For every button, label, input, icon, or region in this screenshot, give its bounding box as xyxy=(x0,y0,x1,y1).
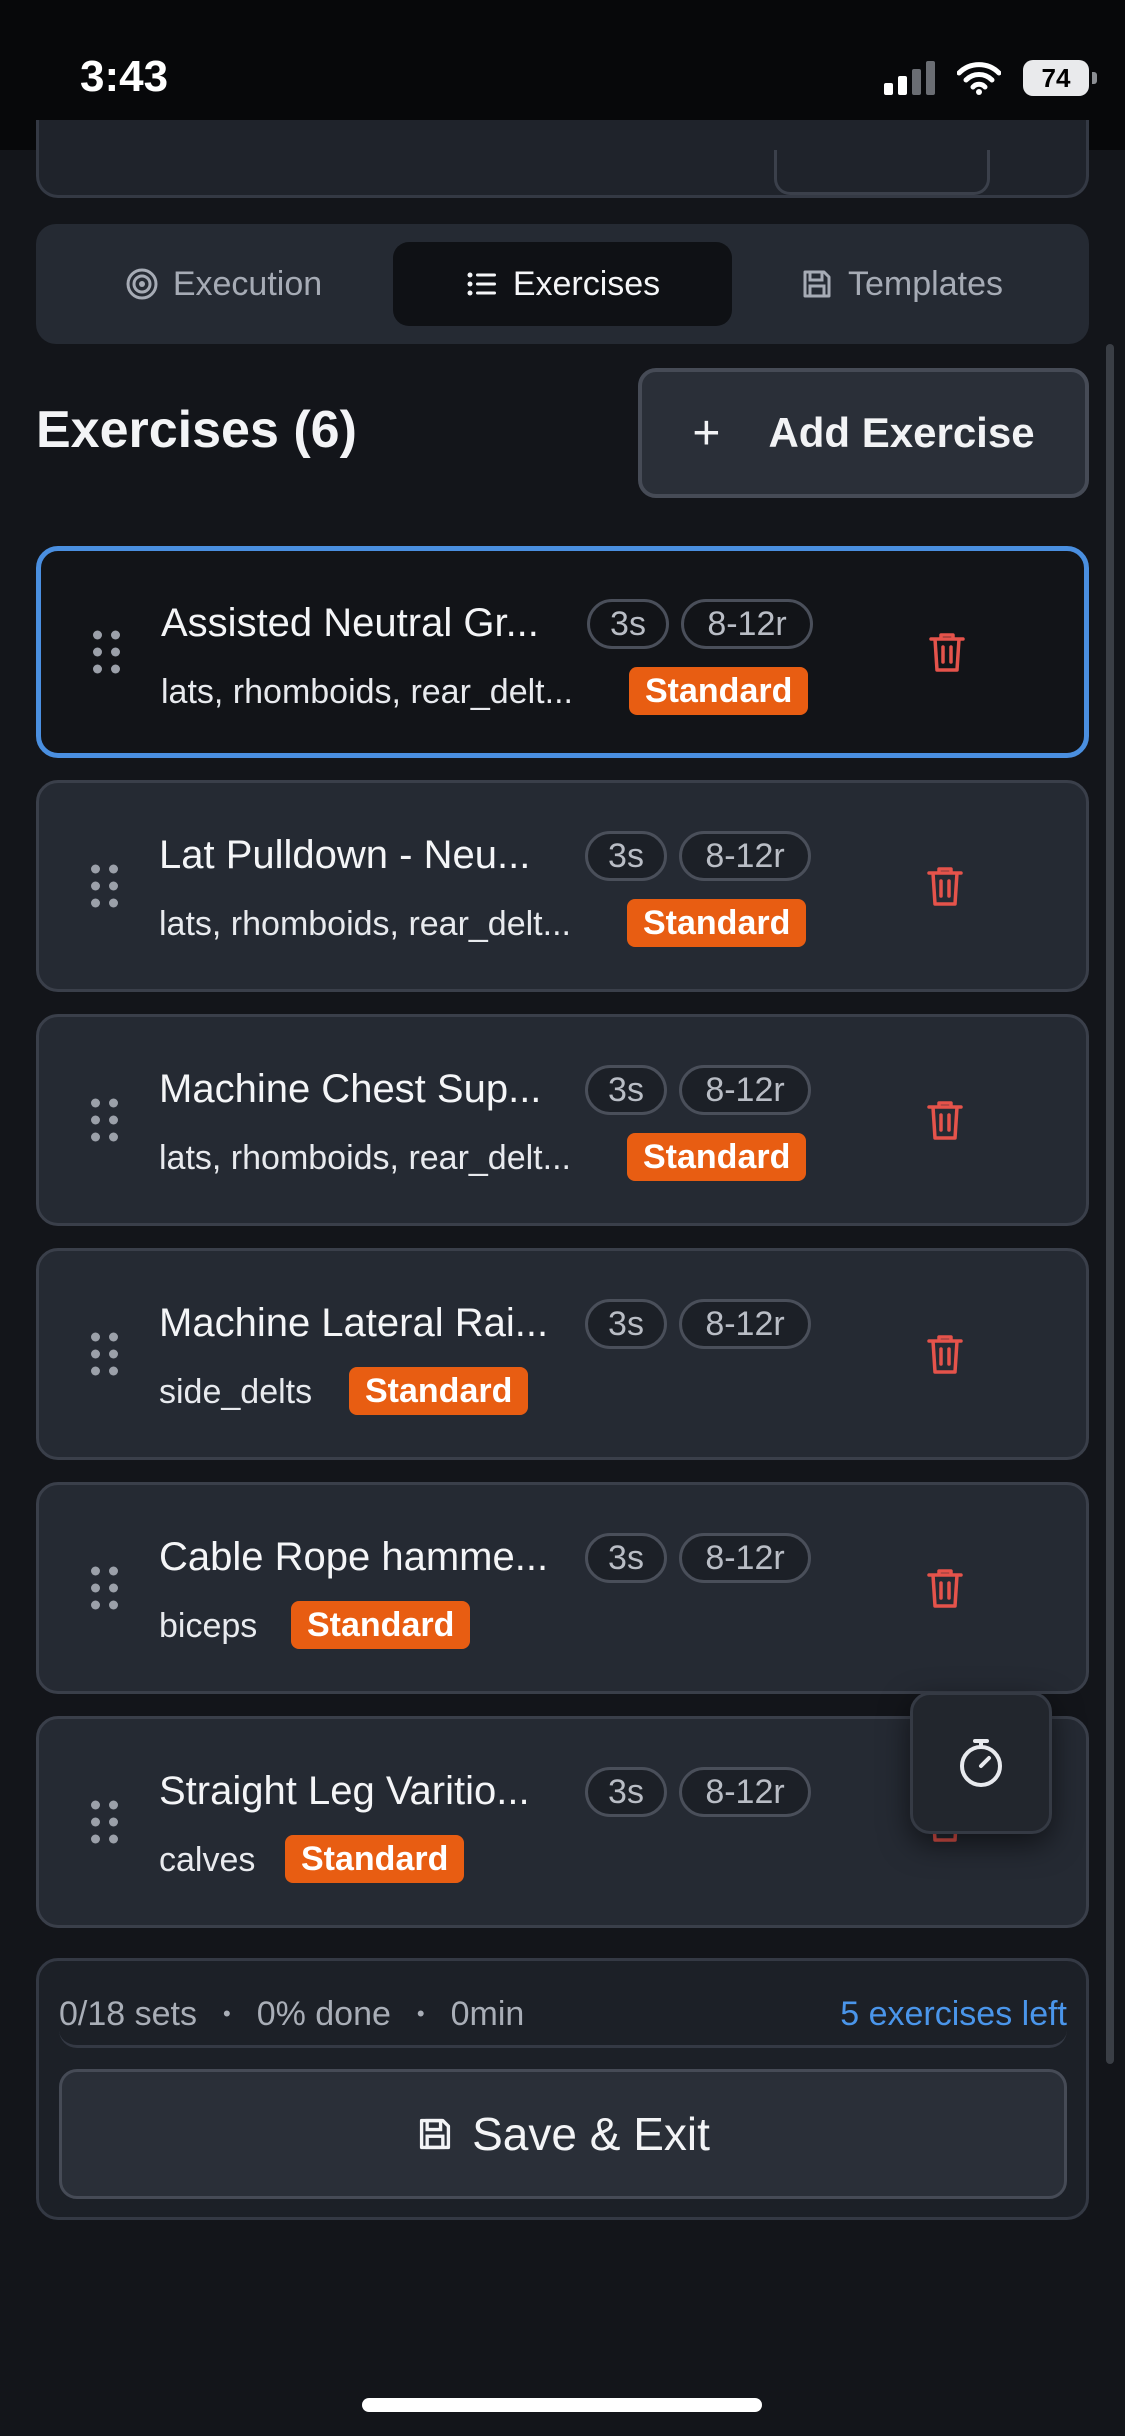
battery-icon: 74 xyxy=(1023,60,1097,96)
exercise-name: Lat Pulldown - Neu... xyxy=(159,833,531,877)
exercise-name: Machine Lateral Rai... xyxy=(159,1301,549,1345)
reps-pill: 8-12r xyxy=(679,1299,811,1349)
trash-icon[interactable] xyxy=(927,630,967,674)
type-badge: Standard xyxy=(349,1367,529,1415)
exercises-title: Exercises (6) xyxy=(36,401,357,459)
trash-icon[interactable] xyxy=(925,1098,965,1142)
rest-pill: 3s xyxy=(585,1065,667,1115)
reps-pill: 8-12r xyxy=(679,831,811,881)
rest-timer-button[interactable] xyxy=(910,1692,1052,1834)
reps-pill: 8-12r xyxy=(681,599,813,649)
rest-pill: 3s xyxy=(587,599,669,649)
save-icon xyxy=(420,2118,451,2150)
add-exercise-label: Add Exercise xyxy=(768,409,1035,456)
trash-icon[interactable] xyxy=(925,1332,965,1376)
status-time: 3:43 xyxy=(80,52,169,101)
list-icon xyxy=(467,272,496,296)
exercises-left: 5 exercises left xyxy=(840,1994,1067,2033)
reps-pill: 8-12r xyxy=(679,1065,811,1115)
rest-pill: 3s xyxy=(585,1299,667,1349)
sets-count: 0/18 sets xyxy=(59,1994,197,2033)
save-exit-label: Save & Exit xyxy=(472,2108,710,2160)
stopwatch-icon xyxy=(960,1739,1002,1787)
exercise-muscles: lats, rhomboids, rear_delt... xyxy=(161,673,573,711)
exercise-name: Assisted Neutral Gr... xyxy=(161,601,539,645)
status-icons: 74 xyxy=(884,60,1097,96)
collapsed-header-card xyxy=(36,120,1089,198)
drag-handle-icon[interactable] xyxy=(91,1566,118,1610)
rest-pill: 3s xyxy=(585,1767,667,1817)
exercise-muscles: calves xyxy=(159,1841,256,1879)
home-indicator[interactable] xyxy=(362,2398,762,2412)
target-icon xyxy=(126,268,158,300)
trash-icon[interactable] xyxy=(925,1566,965,1610)
wifi-icon xyxy=(957,62,1001,95)
plus-icon: + xyxy=(692,406,721,460)
reps-pill: 8-12r xyxy=(679,1767,811,1817)
tab-templates[interactable]: Templates xyxy=(732,242,1071,326)
separator: • xyxy=(222,2001,231,2026)
separator: • xyxy=(416,2001,425,2026)
type-badge: Standard xyxy=(629,667,809,715)
trash-icon[interactable] xyxy=(925,864,965,908)
save-exit-button[interactable]: Save & Exit xyxy=(59,2069,1067,2199)
rest-pill: 3s xyxy=(585,831,667,881)
save-icon xyxy=(803,270,831,298)
tab-execution[interactable]: Execution xyxy=(54,242,393,326)
type-badge: Standard xyxy=(627,899,807,947)
tab-label: Exercises xyxy=(512,264,661,303)
drag-handle-icon[interactable] xyxy=(93,630,120,674)
tab-label: Templates xyxy=(848,264,1003,303)
exercise-name: Straight Leg Varitio... xyxy=(159,1769,530,1813)
percent-done: 0% done xyxy=(256,1994,391,2033)
drag-handle-icon[interactable] xyxy=(91,1800,118,1844)
drag-handle-icon[interactable] xyxy=(91,1332,118,1376)
exercise-card[interactable]: Lat Pulldown - Neu... 3s 8-12r lats, rho… xyxy=(36,780,1089,992)
tab-exercises[interactable]: Exercises xyxy=(393,242,732,326)
type-badge: Standard xyxy=(291,1601,471,1649)
exercise-muscles: side_delts xyxy=(159,1373,313,1411)
exercise-muscles: lats, rhomboids, rear_delt... xyxy=(159,905,571,943)
drag-handle-icon[interactable] xyxy=(91,864,118,908)
workout-footer: 0/18 sets • 0% done • 0min 5 exercises l… xyxy=(36,1958,1089,2220)
drag-handle-icon[interactable] xyxy=(91,1098,118,1142)
reps-pill: 8-12r xyxy=(679,1533,811,1583)
header-card-control[interactable] xyxy=(774,150,990,195)
cellular-signal-icon xyxy=(884,61,935,95)
exercise-muscles: lats, rhomboids, rear_delt... xyxy=(159,1139,571,1177)
exercise-card[interactable]: Machine Lateral Rai... 3s 8-12r side_del… xyxy=(36,1248,1089,1460)
type-badge: Standard xyxy=(627,1133,807,1181)
rest-pill: 3s xyxy=(585,1533,667,1583)
type-badge: Standard xyxy=(285,1835,465,1883)
tab-label: Execution xyxy=(172,264,323,303)
exercise-name: Cable Rope hamme... xyxy=(159,1535,549,1579)
exercise-card[interactable]: Assisted Neutral Gr... 3s 8-12r lats, rh… xyxy=(36,546,1089,758)
elapsed-time: 0min xyxy=(450,1994,525,2033)
exercise-card[interactable]: Cable Rope hamme... 3s 8-12r biceps Stan… xyxy=(36,1482,1089,1694)
exercise-card[interactable]: Machine Chest Sup... 3s 8-12r lats, rhom… xyxy=(36,1014,1089,1226)
exercise-muscles: biceps xyxy=(159,1607,258,1645)
scrollbar[interactable] xyxy=(1106,344,1114,2064)
exercise-name: Machine Chest Sup... xyxy=(159,1067,542,1111)
workout-stats: 0/18 sets • 0% done • 0min 5 exercises l… xyxy=(59,1983,1067,2048)
add-exercise-button[interactable]: + Add Exercise xyxy=(638,368,1089,498)
tab-bar: Execution Exercises Templates xyxy=(36,224,1089,344)
